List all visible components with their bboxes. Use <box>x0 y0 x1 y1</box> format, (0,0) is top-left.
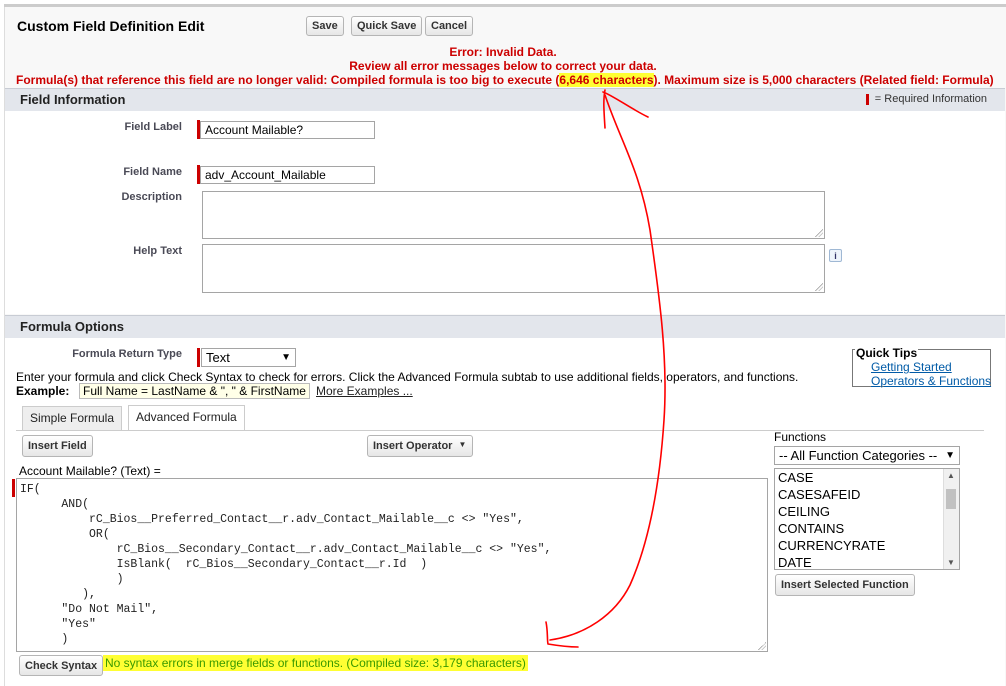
required-legend-text: = Required Information <box>874 93 987 105</box>
formula-editor[interactable]: IF( AND( rC_Bios__Preferred_Contact__r.a… <box>16 478 768 652</box>
help-text-textarea[interactable] <box>202 244 825 293</box>
info-icon[interactable]: i <box>829 249 842 262</box>
function-item[interactable]: CURRENCYRATE <box>775 537 959 554</box>
error-text-post: ). Maximum size is 5,000 characters (Rel… <box>653 73 994 87</box>
functions-label: Functions <box>774 430 827 444</box>
resize-grip[interactable] <box>758 642 766 650</box>
insert-field-button[interactable]: Insert Field <box>22 435 93 457</box>
required-marker <box>865 93 869 105</box>
tab-divider <box>16 430 984 431</box>
dropdown-arrow-icon: ▼ <box>281 352 291 363</box>
function-category-value: -- All Function Categories -- <box>779 448 938 463</box>
example-label: Example: <box>16 384 70 398</box>
function-category-select[interactable]: -- All Function Categories -- ▼ <box>774 446 960 465</box>
quick-save-button[interactable]: Quick Save <box>351 16 423 36</box>
scroll-up-icon[interactable]: ▲ <box>947 471 955 480</box>
operators-functions-link[interactable]: Operators & Functions <box>871 374 991 388</box>
dropdown-arrow-icon: ▼ <box>458 440 467 449</box>
return-type-value: Text <box>206 350 230 365</box>
syntax-result-message: No syntax errors in merge fields or func… <box>103 655 528 671</box>
field-name-label: Field Name <box>123 166 182 178</box>
insert-operator-label: Insert Operator <box>373 440 453 452</box>
section-title: Field Information <box>20 92 126 107</box>
formula-label: Account Mailable? (Text) = <box>19 464 161 478</box>
tab-advanced-formula[interactable]: Advanced Formula <box>128 405 245 431</box>
required-marker <box>197 348 200 367</box>
formula-instructions: Enter your formula and click Check Synta… <box>16 370 799 384</box>
error-heading: Error: Invalid Data. <box>449 45 557 59</box>
check-syntax-button[interactable]: Check Syntax <box>19 655 104 676</box>
required-legend: = Required Information <box>865 93 987 105</box>
field-information-header: Field Information = Required Information <box>5 88 1005 111</box>
description-label: Description <box>121 191 182 203</box>
function-item[interactable]: CEILING <box>775 503 959 520</box>
quick-tips-box: Quick Tips Getting Started Operators & F… <box>852 346 991 388</box>
function-item[interactable]: CASESAFEID <box>775 486 959 503</box>
field-label-label: Field Label <box>124 121 182 133</box>
tab-simple-formula[interactable]: Simple Formula <box>22 406 123 431</box>
function-item[interactable]: DATE <box>775 554 959 569</box>
listbox-scrollbar[interactable]: ▲ ▼ <box>943 469 959 569</box>
insert-selected-function-button[interactable]: Insert Selected Function <box>775 574 915 596</box>
error-text-pre: Formula(s) that reference this field are… <box>16 73 560 87</box>
resize-grip[interactable] <box>815 283 823 291</box>
error-review-message: Review all error messages below to corre… <box>349 59 657 73</box>
return-type-label: Formula Return Type <box>72 348 182 360</box>
more-examples-link[interactable]: More Examples ... <box>316 384 413 398</box>
function-item[interactable]: CASE <box>775 469 959 486</box>
formula-text: IF( AND( rC_Bios__Preferred_Contact__r.a… <box>20 483 552 646</box>
scroll-thumb[interactable] <box>946 489 956 509</box>
section-title: Formula Options <box>20 319 124 334</box>
scroll-down-icon[interactable]: ▼ <box>947 558 955 567</box>
save-button[interactable]: Save <box>306 16 344 36</box>
help-text-label: Help Text <box>133 245 182 257</box>
field-name-input[interactable]: adv_Account_Mailable <box>200 166 375 184</box>
error-formula-message: Formula(s) that reference this field are… <box>16 73 994 87</box>
getting-started-link[interactable]: Getting Started <box>871 360 952 374</box>
functions-listbox[interactable]: CASE CASESAFEID CEILING CONTAINS CURRENC… <box>774 468 960 570</box>
required-marker <box>12 479 15 497</box>
return-type-select[interactable]: Text ▼ <box>201 348 296 367</box>
field-label-input[interactable]: Account Mailable? <box>200 121 375 139</box>
dropdown-arrow-icon: ▼ <box>945 450 955 461</box>
formula-options-header: Formula Options <box>5 315 1005 338</box>
page-title: Custom Field Definition Edit <box>17 18 205 34</box>
resize-grip[interactable] <box>815 229 823 237</box>
insert-operator-button[interactable]: Insert Operator ▼ <box>367 435 474 457</box>
function-item[interactable]: CONTAINS <box>775 520 959 537</box>
description-textarea[interactable] <box>202 191 825 239</box>
quick-tips-title: Quick Tips <box>855 346 919 360</box>
cancel-button[interactable]: Cancel <box>425 16 474 36</box>
example-value: Full Name = LastName & ", " & FirstName <box>79 383 310 399</box>
error-size-highlight: 6,646 characters <box>559 73 654 87</box>
